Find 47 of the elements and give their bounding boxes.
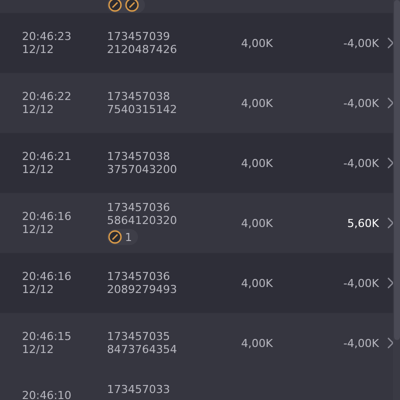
bet-amount: 4,00K — [240, 336, 274, 350]
chevron-right-icon[interactable] — [387, 337, 394, 349]
round-id-text: 173457035 — [107, 330, 170, 343]
result-amount: -4,00K — [342, 276, 379, 290]
coin-badge: 1 — [107, 229, 138, 245]
round-id-text: 173457039 — [107, 30, 170, 43]
chevron-right-icon[interactable] — [387, 97, 394, 109]
bet-amount: 4,00K — [240, 96, 274, 110]
round-id-text: 173457036 — [107, 270, 170, 283]
round-id-text: 173457038 — [107, 90, 170, 103]
bet-id-text: 8473764354 — [107, 343, 177, 356]
result-amount: -4,00K — [342, 156, 379, 170]
time-text: 20:46:15 — [22, 330, 72, 343]
chevron-right-icon[interactable] — [387, 157, 394, 169]
date-text: 12/12 — [22, 283, 54, 296]
bet-id-text: 2120487426 — [107, 43, 177, 56]
bet-id-text: 5864120320 — [107, 214, 177, 227]
chevron-right-icon[interactable] — [387, 277, 394, 289]
result-amount: 5,60K — [346, 216, 379, 230]
date-text: 12/12 — [22, 163, 54, 176]
bet-amount: 4,00K — [240, 216, 274, 230]
time-text: 20:46:21 — [22, 150, 72, 163]
date-text: 12/12 — [22, 43, 54, 56]
time-text: 20:46:16 — [22, 270, 72, 283]
date-text: 12/12 — [22, 223, 54, 236]
bet-id-text: 3757043200 — [107, 163, 177, 176]
chevron-right-icon[interactable] — [387, 37, 394, 49]
date-text: 12/12 — [22, 103, 54, 116]
date-text: 12/12 — [22, 343, 54, 356]
scrollbar-thumb[interactable] — [394, 0, 400, 340]
round-id-text: 173457038 — [107, 150, 170, 163]
bet-amount: 4,00K — [240, 36, 274, 50]
bet-id-text: 2089279493 — [107, 283, 177, 296]
time-text: 20:46:16 — [22, 210, 72, 223]
result-amount: -4,00K — [342, 36, 379, 50]
time-text: 20:46:10 — [22, 389, 72, 400]
chevron-right-icon[interactable] — [387, 217, 394, 229]
coin-icon — [108, 230, 122, 244]
round-id-text: 173457036 — [107, 201, 170, 214]
time-text: 20:46:23 — [22, 30, 72, 43]
time-text: 20:46:22 — [22, 90, 72, 103]
bet-amount: 4,00K — [240, 156, 274, 170]
result-amount: -4,00K — [342, 336, 379, 350]
round-id-text: 173457033 — [107, 383, 170, 396]
bet-amount: 4,00K — [240, 276, 274, 290]
result-amount: -4,00K — [342, 96, 379, 110]
bet-id-text: 7540315142 — [107, 103, 177, 116]
